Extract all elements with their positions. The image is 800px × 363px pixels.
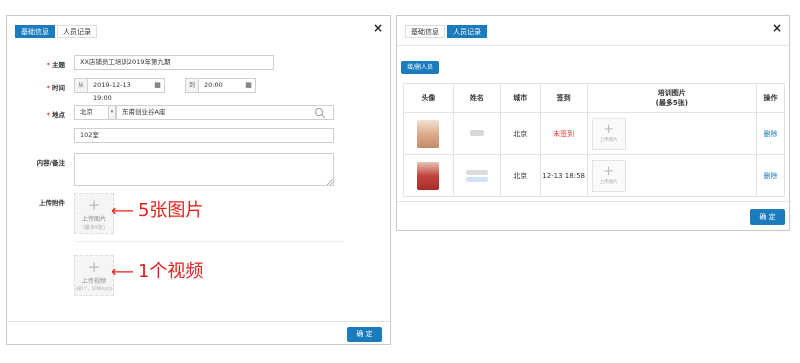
blurred-name (469, 129, 484, 136)
upload-image-button[interactable]: + 上传图片 (591, 159, 626, 192)
upload-image-limit: (最多5张) (82, 225, 106, 231)
confirm-button[interactable]: 确 定 (347, 327, 382, 342)
subject-label: * 主题 (46, 61, 65, 69)
city-cell: 北京 (499, 154, 541, 197)
blurred-id (465, 176, 488, 182)
table-row: 北京 12-13 18:58 + 上传图片 删除 (403, 154, 785, 197)
plus-icon: + (87, 258, 101, 276)
chevron-down-icon[interactable]: ▾ (108, 105, 116, 120)
avatar-cell (403, 112, 454, 155)
annotation-image-count: ⟵ 5张图片 (111, 200, 204, 221)
column-header-name: 姓名 (452, 83, 501, 113)
basic-info-dialog: 基础信息 人员记录 × * 主题 XX店铺员工培训2019年第九期 * 时间 从 2… (6, 15, 391, 345)
footer-divider (7, 321, 390, 322)
search-icon[interactable] (314, 107, 326, 119)
column-header-city: 城市 (499, 83, 541, 113)
name-cell (452, 154, 501, 197)
staff-records-dialog: 基础信息 人员记录 × 增/删人员 头像 姓名 城市 签到 培训图片 (最多5张)… (396, 15, 790, 231)
column-header-training-images: 培训图片 (最多5张) (586, 83, 758, 113)
checkin-cell: 12-13 18:58 (539, 154, 588, 197)
to-prefix: 到 (185, 78, 199, 93)
plus-icon: + (87, 196, 101, 214)
city-cell: 北京 (499, 112, 541, 155)
time-label: * 时间 (46, 84, 65, 92)
attachments-label: 上传附件 (39, 199, 65, 207)
upload-image-label: 上传图片 (599, 179, 618, 185)
delete-link[interactable]: 删除 (756, 154, 785, 197)
dialog-tabs: 基础信息 人员记录 (405, 25, 489, 38)
plus-icon: + (603, 163, 615, 179)
checkin-cell: 未签到 (539, 112, 588, 155)
images-cell: + 上传图片 (586, 154, 758, 197)
blurred-name (465, 169, 488, 175)
footer-divider (397, 201, 789, 202)
address-input[interactable]: 东甫创业谷A座 (116, 105, 334, 120)
upload-video-button[interactable]: + 上传视频 (限1个，50MB以内) (74, 255, 114, 296)
tab-staff-records[interactable]: 人员记录 (57, 25, 97, 38)
column-header-action: 操作 (756, 83, 785, 113)
upload-image-button[interactable]: + 上传图片 (591, 117, 626, 150)
staff-table: 头像 姓名 城市 签到 培训图片 (最多5张) 操作 北京 未签到 + 上传图片… (403, 83, 785, 197)
name-cell (452, 112, 501, 155)
calendar-icon[interactable]: ▦ (242, 78, 256, 93)
divider (74, 241, 344, 242)
table-header-row: 头像 姓名 城市 签到 培训图片 (最多5张) 操作 (403, 83, 785, 113)
start-time-input[interactable]: 2019-12-13 19:00 (87, 78, 151, 102)
delete-link[interactable]: 删除 (756, 112, 785, 155)
close-icon[interactable]: × (373, 22, 383, 34)
notes-label: 内容/备注 (36, 159, 65, 167)
column-header-avatar: 头像 (403, 83, 454, 113)
images-cell: + 上传图片 (586, 112, 758, 155)
upload-image-label: 上传图片 (81, 216, 106, 223)
column-header-checkin: 签到 (539, 83, 588, 113)
upload-image-button[interactable]: + 上传图片 (最多5张) (74, 193, 114, 234)
add-remove-staff-button[interactable]: 增/删人员 (401, 61, 439, 74)
resize-handle-icon[interactable] (327, 179, 333, 185)
location-label: * 地点 (46, 111, 65, 119)
avatar (417, 161, 440, 190)
arrow-left-icon: ⟵ (111, 262, 134, 281)
from-prefix: 从 (74, 78, 88, 93)
notes-textarea[interactable] (74, 153, 334, 186)
screenshot-canvas: 基础信息 人员记录 × * 主题 XX店铺员工培训2019年第九期 * 时间 从 2… (0, 0, 800, 363)
end-time-input[interactable]: 20:00 (198, 78, 242, 93)
tab-basic-info[interactable]: 基础信息 (15, 25, 55, 38)
tab-staff-records[interactable]: 人员记录 (447, 25, 487, 38)
city-select[interactable]: 北京 (74, 105, 111, 120)
avatar-cell (403, 154, 454, 197)
dialog-tabs: 基础信息 人员记录 (15, 25, 99, 38)
upload-video-limit: (限1个，50MB以内) (75, 286, 113, 291)
close-icon[interactable]: × (772, 22, 782, 34)
plus-icon: + (603, 121, 615, 137)
subject-input[interactable]: XX店铺员工培训2019年第九期 (74, 55, 274, 70)
arrow-left-icon: ⟵ (111, 201, 134, 220)
calendar-icon[interactable]: ▦ (151, 78, 165, 93)
header-divider (397, 45, 789, 46)
upload-image-label: 上传图片 (599, 137, 618, 143)
annotation-video-count: ⟵ 1个视频 (111, 261, 204, 282)
table-row: 北京 未签到 + 上传图片 删除 (403, 112, 785, 155)
avatar (417, 119, 440, 148)
confirm-button[interactable]: 确 定 (750, 209, 785, 225)
tab-basic-info[interactable]: 基础信息 (405, 25, 445, 38)
upload-video-label: 上传视频 (81, 278, 106, 285)
room-input[interactable]: 102室 (74, 128, 334, 143)
